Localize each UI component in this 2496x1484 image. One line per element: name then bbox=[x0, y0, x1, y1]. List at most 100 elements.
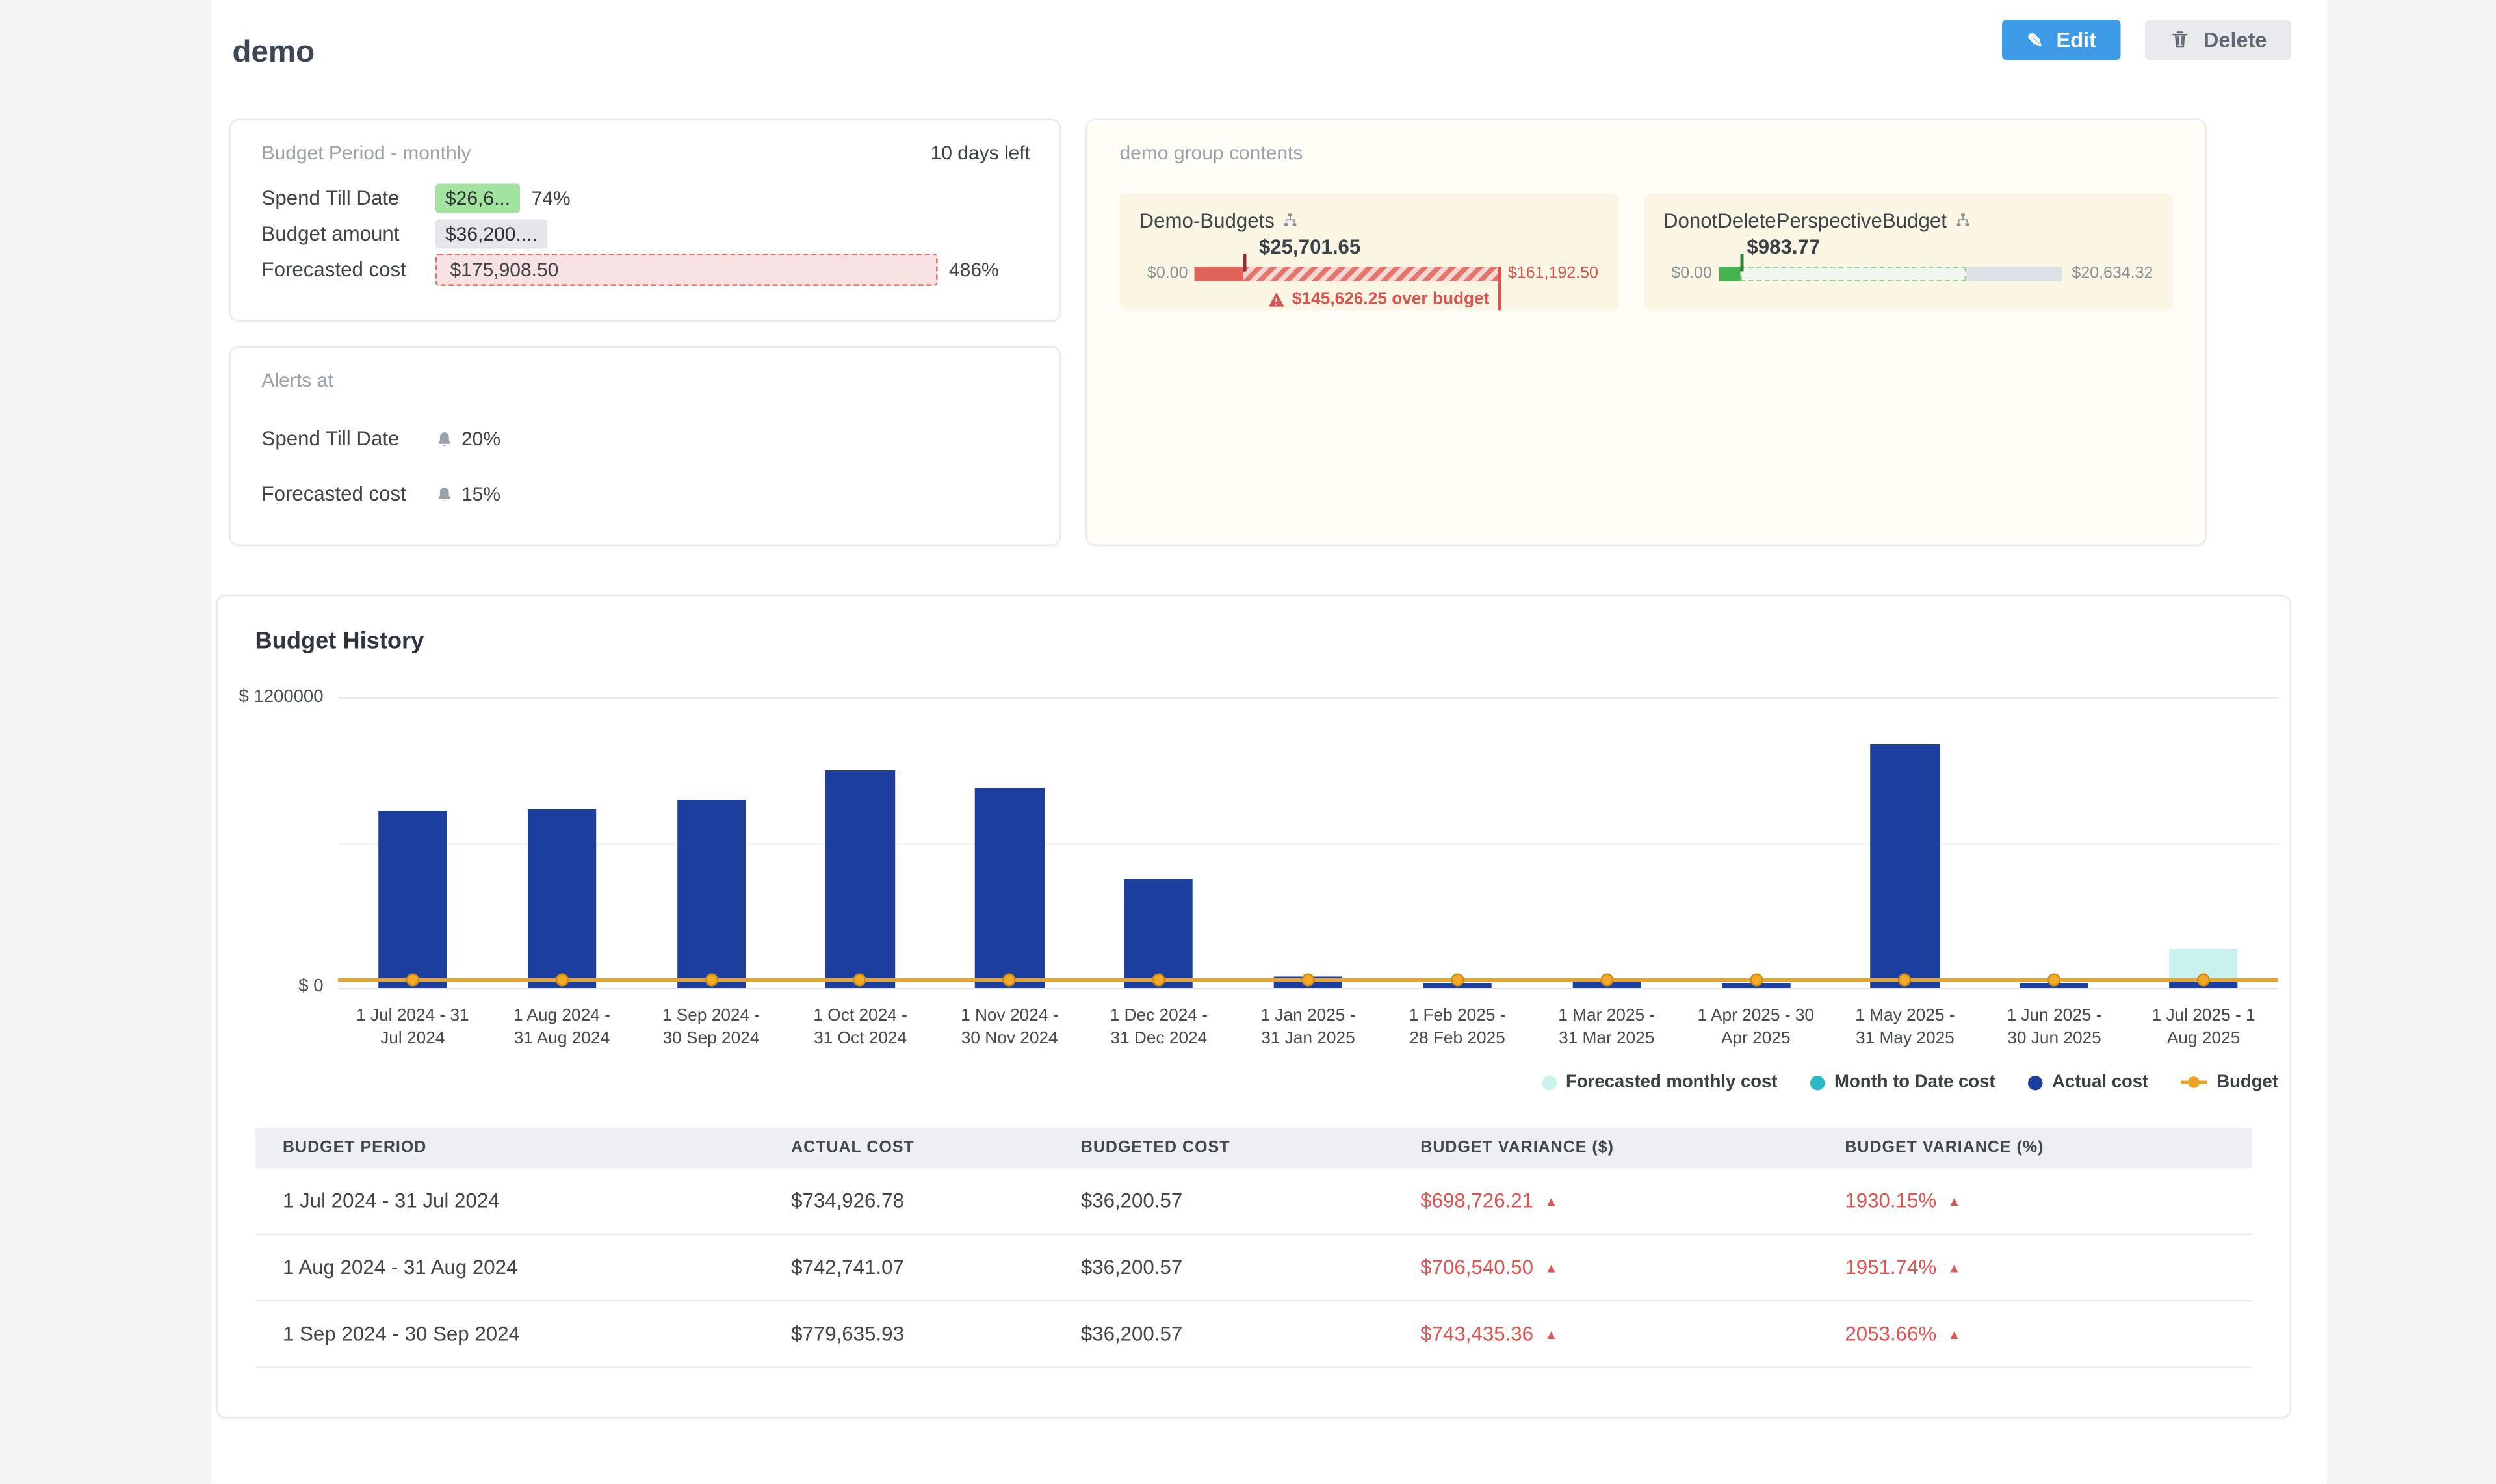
alert-row-spend: Spend Till Date 20% bbox=[262, 421, 1029, 457]
spend-till-date-row: Spend Till Date $26,6... 74% bbox=[262, 181, 1031, 216]
table-header: BUDGET VARIANCE ($) bbox=[1393, 1128, 1817, 1169]
up-triangle-icon: ▲ bbox=[1948, 1328, 1961, 1343]
bell-icon bbox=[436, 485, 454, 503]
cell-budget-period: 1 Jul 2024 - 31 Jul 2024 bbox=[255, 1169, 764, 1234]
budget-point bbox=[406, 974, 419, 987]
budget-history-chart: $ 1200000 $ 0 1 Jul 2024 - 31 Jul 20241 … bbox=[218, 697, 2290, 1050]
chart-category bbox=[636, 699, 786, 988]
budget-amount-row: Budget amount $36,200.... bbox=[262, 216, 1031, 252]
x-axis-label: 1 Oct 2024 - 31 Oct 2024 bbox=[786, 1006, 935, 1050]
up-triangle-icon: ▲ bbox=[1545, 1195, 1558, 1210]
cell-variance-usd: $743,435.36▲ bbox=[1393, 1301, 1817, 1368]
header-actions: ✎ Edit Delete bbox=[2003, 20, 2291, 60]
legend-label: Forecasted monthly cost bbox=[1566, 1073, 1778, 1093]
forecasted-cost-label: Forecasted cost bbox=[262, 259, 436, 281]
budget-item[interactable]: DonotDeletePerspectiveBudget $983.77 $0.… bbox=[1644, 194, 2173, 311]
budget-item[interactable]: Demo-Budgets $25,701.65 $0.00 bbox=[1120, 194, 1618, 311]
chart-category bbox=[1830, 699, 1980, 988]
up-triangle-icon: ▲ bbox=[1545, 1262, 1558, 1277]
alerts-card-title: Alerts at bbox=[262, 369, 1029, 392]
budget-item-amount: $25,701.65 bbox=[1259, 236, 1360, 259]
budget-amount-label: Budget amount bbox=[262, 223, 436, 246]
pencil-icon: ✎ bbox=[2027, 30, 2043, 49]
delete-button[interactable]: Delete bbox=[2145, 20, 2291, 60]
x-axis-label: 1 Aug 2024 - 31 Aug 2024 bbox=[488, 1006, 637, 1050]
topbar: demo ✎ Edit Delete bbox=[211, 0, 2327, 72]
table-header: ACTUAL COST bbox=[764, 1128, 1054, 1169]
up-triangle-icon: ▲ bbox=[1948, 1195, 1961, 1210]
up-triangle-icon: ▲ bbox=[1948, 1262, 1961, 1277]
bar-max-label: $161,192.50 bbox=[1508, 265, 1598, 283]
spend-marker bbox=[1741, 254, 1744, 272]
cell-actual-cost: $734,926.78 bbox=[764, 1169, 1054, 1234]
chart-category bbox=[1681, 699, 1830, 988]
edit-button-label: Edit bbox=[2057, 28, 2096, 53]
bar-min-label: $0.00 bbox=[1139, 265, 1188, 283]
actual-bar bbox=[826, 771, 895, 988]
spent-segment bbox=[1719, 267, 1741, 281]
legend-label: Month to Date cost bbox=[1834, 1073, 1996, 1093]
x-axis-label: 1 Feb 2025 - 28 Feb 2025 bbox=[1383, 1006, 1532, 1050]
actual-bar bbox=[1871, 744, 1940, 988]
chart-category bbox=[786, 699, 935, 988]
left-card-column: Budget Period - monthly 10 days left Spe… bbox=[229, 119, 1061, 547]
cell-variance-pct: 1930.15%▲ bbox=[1817, 1169, 2252, 1234]
spent-segment bbox=[1195, 267, 1243, 281]
budget-point bbox=[2197, 974, 2210, 987]
cell-budgeted-cost: $36,200.57 bbox=[1053, 1234, 1392, 1301]
budget-point bbox=[1301, 974, 1314, 987]
cell-budgeted-cost: $36,200.57 bbox=[1053, 1169, 1392, 1234]
budget-progress-bar bbox=[1719, 267, 2062, 281]
chart-category bbox=[2129, 699, 2278, 988]
budget-amount-value: $36,200.... bbox=[436, 220, 547, 249]
budget-point bbox=[555, 974, 568, 987]
budget-table-head-row: BUDGET PERIODACTUAL COSTBUDGETED COSTBUD… bbox=[255, 1128, 2253, 1169]
cell-actual-cost: $779,635.93 bbox=[764, 1301, 1054, 1368]
legend-item[interactable]: Actual cost bbox=[2028, 1073, 2149, 1093]
actual-bar bbox=[677, 800, 746, 988]
content-column: demo ✎ Edit Delete Budget Period - bbox=[211, 0, 2327, 1484]
chart-x-labels: 1 Jul 2024 - 31 Jul 20241 Aug 2024 - 31 … bbox=[338, 1006, 2278, 1050]
table-row: 1 Sep 2024 - 30 Sep 2024$779,635.93$36,2… bbox=[255, 1301, 2253, 1368]
budget-period-card: Budget Period - monthly 10 days left Spe… bbox=[229, 119, 1061, 322]
cell-variance-pct: 2053.66%▲ bbox=[1817, 1301, 2252, 1368]
warning-icon bbox=[1268, 290, 1286, 308]
y-axis-zero-label: $ 0 bbox=[298, 977, 323, 996]
legend-item[interactable]: Forecasted monthly cost bbox=[1542, 1073, 1778, 1093]
budget-point bbox=[1451, 974, 1464, 987]
budget-point bbox=[1003, 974, 1016, 987]
cell-budget-period: 1 Aug 2024 - 31 Aug 2024 bbox=[255, 1234, 764, 1301]
cell-variance-usd: $706,540.50▲ bbox=[1393, 1234, 1817, 1301]
chart-category bbox=[1084, 699, 1234, 988]
cell-actual-cost: $742,741.07 bbox=[764, 1234, 1054, 1301]
cell-budgeted-cost: $36,200.57 bbox=[1053, 1301, 1392, 1368]
legend-item[interactable]: Month to Date cost bbox=[1810, 1073, 1996, 1093]
budget-point bbox=[1749, 974, 1762, 987]
chart-legend: Forecasted monthly cost Month to Date cos… bbox=[218, 1073, 2278, 1093]
alert-spend-value: 20% bbox=[462, 428, 500, 450]
group-contents-card: demo group contents Demo-Budgets $25,701… bbox=[1086, 119, 2207, 547]
budget-period-title: Budget Period - monthly bbox=[262, 142, 471, 164]
legend-swatch bbox=[1810, 1075, 1825, 1090]
budget-point bbox=[1899, 974, 1912, 987]
table-header: BUDGETED COST bbox=[1053, 1128, 1392, 1169]
table-header: BUDGET PERIOD bbox=[255, 1128, 764, 1169]
forecasted-cost-value: $175,908.50 bbox=[436, 254, 938, 286]
actual-bar bbox=[975, 788, 1044, 988]
budget-item-name: DonotDeletePerspectiveBudget bbox=[1663, 210, 1947, 233]
budget-item-name: Demo-Budgets bbox=[1139, 210, 1275, 233]
group-icon bbox=[1282, 213, 1299, 229]
budget-history-title: Budget History bbox=[255, 629, 2290, 655]
chart-category bbox=[338, 699, 488, 988]
x-axis-label: 1 Mar 2025 - 31 Mar 2025 bbox=[1532, 1006, 1682, 1050]
actual-bar bbox=[378, 811, 447, 989]
chart-plot bbox=[338, 697, 2278, 990]
spend-marker bbox=[1243, 254, 1246, 272]
actual-bar bbox=[528, 809, 597, 988]
over-budget-warning: $145,626.25 over budget bbox=[1195, 289, 1498, 309]
alert-row-forecast: Forecasted cost 15% bbox=[262, 476, 1029, 512]
budget-history-card: Budget History $ 1200000 $ 0 1 Jul 2024 … bbox=[216, 595, 2292, 1419]
edit-button[interactable]: ✎ Edit bbox=[2003, 20, 2121, 60]
budget-table-head: BUDGET PERIODACTUAL COSTBUDGETED COSTBUD… bbox=[255, 1128, 2253, 1169]
legend-item[interactable]: Budget bbox=[2181, 1073, 2278, 1093]
